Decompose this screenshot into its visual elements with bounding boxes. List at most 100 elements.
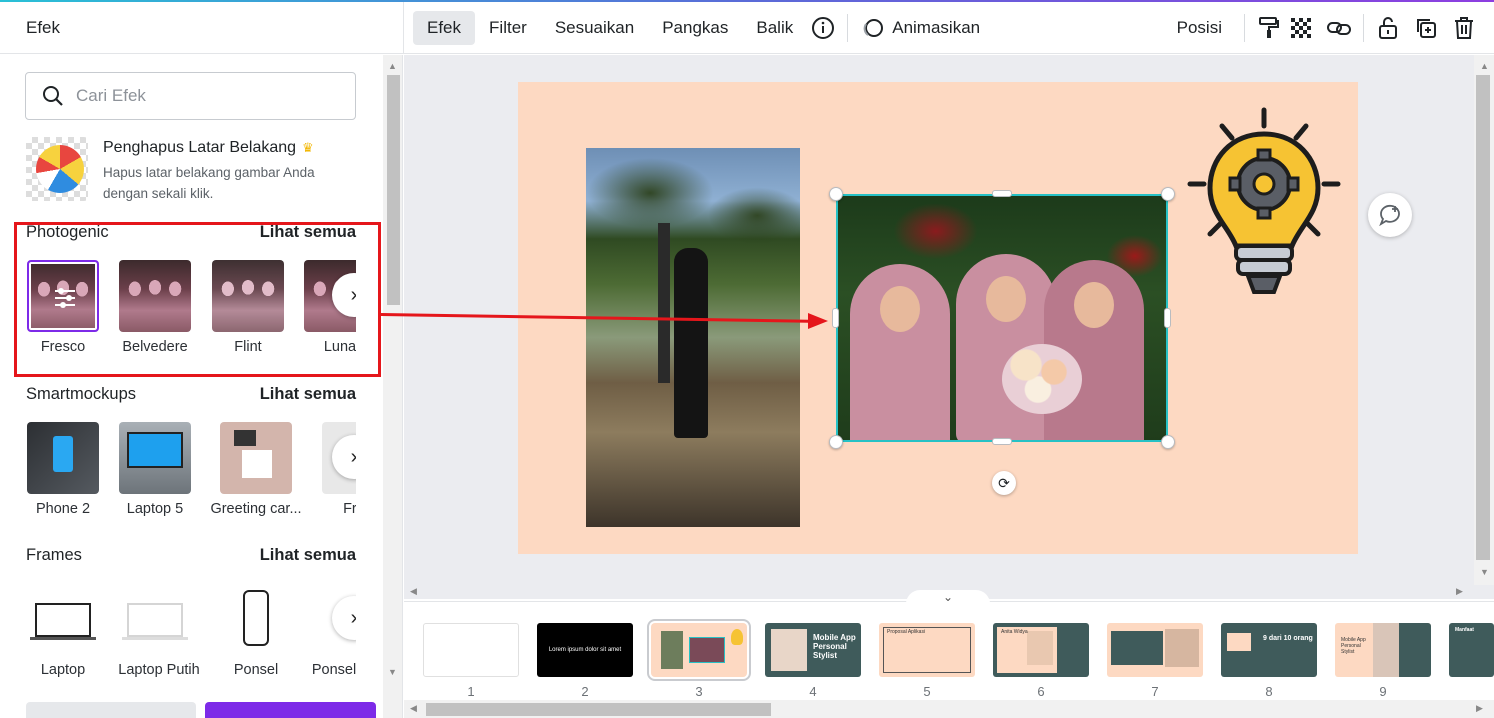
- unlock-icon[interactable]: [1372, 12, 1404, 44]
- bg-remover-thumbnail: [26, 137, 88, 201]
- photo-person-outdoor[interactable]: [586, 148, 800, 527]
- thumb-bulb-image: [731, 629, 743, 645]
- pole-image: [658, 223, 670, 383]
- scroll-left-icon[interactable]: ◀: [410, 703, 417, 714]
- mockup-label: Fran: [343, 501, 356, 517]
- thumb-frame-box: [883, 627, 971, 673]
- animate-button[interactable]: Animasikan: [888, 11, 994, 45]
- search-placeholder: Cari Efek: [76, 86, 146, 105]
- position-button[interactable]: Posisi: [1163, 11, 1236, 45]
- resize-handle-left[interactable]: [832, 308, 839, 328]
- page-number: 2: [581, 684, 589, 699]
- person-silhouette-image: [674, 248, 708, 438]
- panel-scrollbar[interactable]: ▲ ▼: [383, 55, 403, 718]
- toolbar-divider: [1244, 13, 1245, 42]
- toolbar: Efek Filter Sesuaikan Pangkas Balik Anim…: [403, 2, 1494, 54]
- thumb-text-block: [1399, 623, 1431, 677]
- scroll-right-icon[interactable]: ▶: [1456, 586, 1463, 597]
- page-thumbnail-7[interactable]: [1107, 623, 1203, 677]
- scroll-up-icon[interactable]: ▲: [388, 61, 397, 71]
- laptop-screen-image: [127, 432, 183, 468]
- collapse-pages-button[interactable]: ⌄: [906, 590, 990, 604]
- see-all-link[interactable]: Lihat semua: [260, 385, 356, 404]
- resize-handle-bottom[interactable]: [992, 438, 1012, 445]
- canvas-scrollbar[interactable]: ▲ ▼: [1474, 55, 1494, 585]
- resize-handle-top[interactable]: [992, 190, 1012, 197]
- duplicate-icon[interactable]: [1410, 12, 1442, 44]
- trash-icon[interactable]: [1448, 12, 1480, 44]
- resize-handle[interactable]: [1161, 435, 1175, 449]
- frame-laptop-white[interactable]: [119, 583, 191, 655]
- card-envelope-image: [234, 430, 256, 446]
- scroll-left-icon[interactable]: ◀: [410, 586, 417, 597]
- paint-roller-icon[interactable]: [1253, 12, 1285, 44]
- page-thumbnail-3[interactable]: [647, 619, 751, 681]
- frame-phone[interactable]: [220, 583, 292, 655]
- tab-efek[interactable]: Efek: [413, 10, 476, 45]
- secondary-button[interactable]: [26, 702, 196, 718]
- laptop-white-frame-icon: [122, 603, 188, 640]
- tab-balik[interactable]: Balik: [742, 11, 807, 45]
- thumb-photo-image: [1373, 623, 1399, 677]
- animate-icon[interactable]: [856, 12, 888, 44]
- frame-label: Ponsel: [311, 662, 356, 678]
- thumb-text: Lorem ipsum dolor sit amet: [548, 647, 622, 653]
- scroll-down-icon[interactable]: ▼: [1480, 567, 1489, 577]
- see-all-link[interactable]: Lihat semua: [260, 546, 356, 565]
- mockup-phone-2[interactable]: [27, 422, 99, 494]
- resize-handle-right[interactable]: [1164, 308, 1171, 328]
- thumb-text-block: [1111, 631, 1163, 665]
- mockup-label: Phone 2: [35, 501, 91, 517]
- scroll-right-icon[interactable]: ▶: [1476, 703, 1483, 714]
- search-input[interactable]: Cari Efek: [25, 72, 356, 120]
- page-thumbnail-6[interactable]: Anita Widya: [993, 623, 1089, 677]
- panel-scrollbar-thumb[interactable]: [387, 75, 400, 305]
- transparency-icon[interactable]: [1285, 12, 1317, 44]
- page-thumbnail-8[interactable]: 9 dari 10 orang: [1221, 623, 1317, 677]
- panel-bottom-buttons: [26, 702, 376, 718]
- phone-screen-image: [53, 436, 73, 472]
- resize-handle[interactable]: [829, 187, 843, 201]
- filmstrip-scrollbar-thumb[interactable]: [426, 703, 771, 716]
- page-thumbnail-2[interactable]: Lorem ipsum dolor sit amet: [537, 623, 633, 677]
- thumb-photo-image: [661, 631, 683, 669]
- scroll-up-icon[interactable]: ▲: [1480, 61, 1489, 71]
- info-icon[interactable]: [807, 12, 839, 44]
- tab-sesuaikan[interactable]: Sesuaikan: [541, 11, 648, 45]
- frame-laptop[interactable]: [27, 583, 99, 655]
- search-icon: [43, 86, 63, 106]
- page-number: 1: [467, 684, 475, 699]
- page-number: 6: [1037, 684, 1045, 699]
- page-number: 3: [695, 684, 703, 699]
- mockup-greeting-card[interactable]: [220, 422, 292, 494]
- selection-frame: [836, 194, 1168, 442]
- page-thumbnail-5[interactable]: Proposal Aplikasi: [879, 623, 975, 677]
- tab-filter[interactable]: Filter: [475, 11, 541, 45]
- page-thumbnail-1[interactable]: [423, 623, 519, 677]
- background-remover-item[interactable]: Penghapus Latar Belakang ♛ Hapus latar be…: [26, 137, 366, 207]
- page-number: 5: [923, 684, 931, 699]
- mockup-laptop-5[interactable]: [119, 422, 191, 494]
- link-icon[interactable]: [1323, 12, 1355, 44]
- page-thumbnail-4[interactable]: Mobile App Personal Stylist: [765, 623, 861, 677]
- annotation-highlight-box: [14, 222, 381, 377]
- page-number: 7: [1151, 684, 1159, 699]
- laptop-frame-icon: [30, 603, 96, 640]
- page-thumbnail-9[interactable]: Mobile App Personal Stylist: [1335, 623, 1431, 677]
- page-thumbnail-10[interactable]: Manfaat: [1449, 623, 1494, 677]
- primary-button[interactable]: [205, 702, 376, 718]
- rotate-icon[interactable]: ⟳: [992, 471, 1016, 495]
- resize-handle[interactable]: [829, 435, 843, 449]
- toolbar-divider: [847, 13, 849, 42]
- scroll-down-icon[interactable]: ▼: [388, 667, 397, 677]
- thumb-text: Mobile App Personal Stylist: [813, 633, 856, 660]
- section-title: Smartmockups: [26, 385, 137, 403]
- tab-pangkas[interactable]: Pangkas: [648, 11, 742, 45]
- thumb-photo-image: [689, 637, 725, 663]
- add-comment-icon[interactable]: [1368, 193, 1412, 237]
- resize-handle[interactable]: [1161, 187, 1175, 201]
- filmstrip-scrollbar[interactable]: ◀ ▶: [404, 700, 1494, 718]
- canvas-scrollbar-thumb[interactable]: [1476, 75, 1490, 560]
- thumb-photo-image: [771, 629, 807, 671]
- annotation-arrow-head: [808, 313, 828, 329]
